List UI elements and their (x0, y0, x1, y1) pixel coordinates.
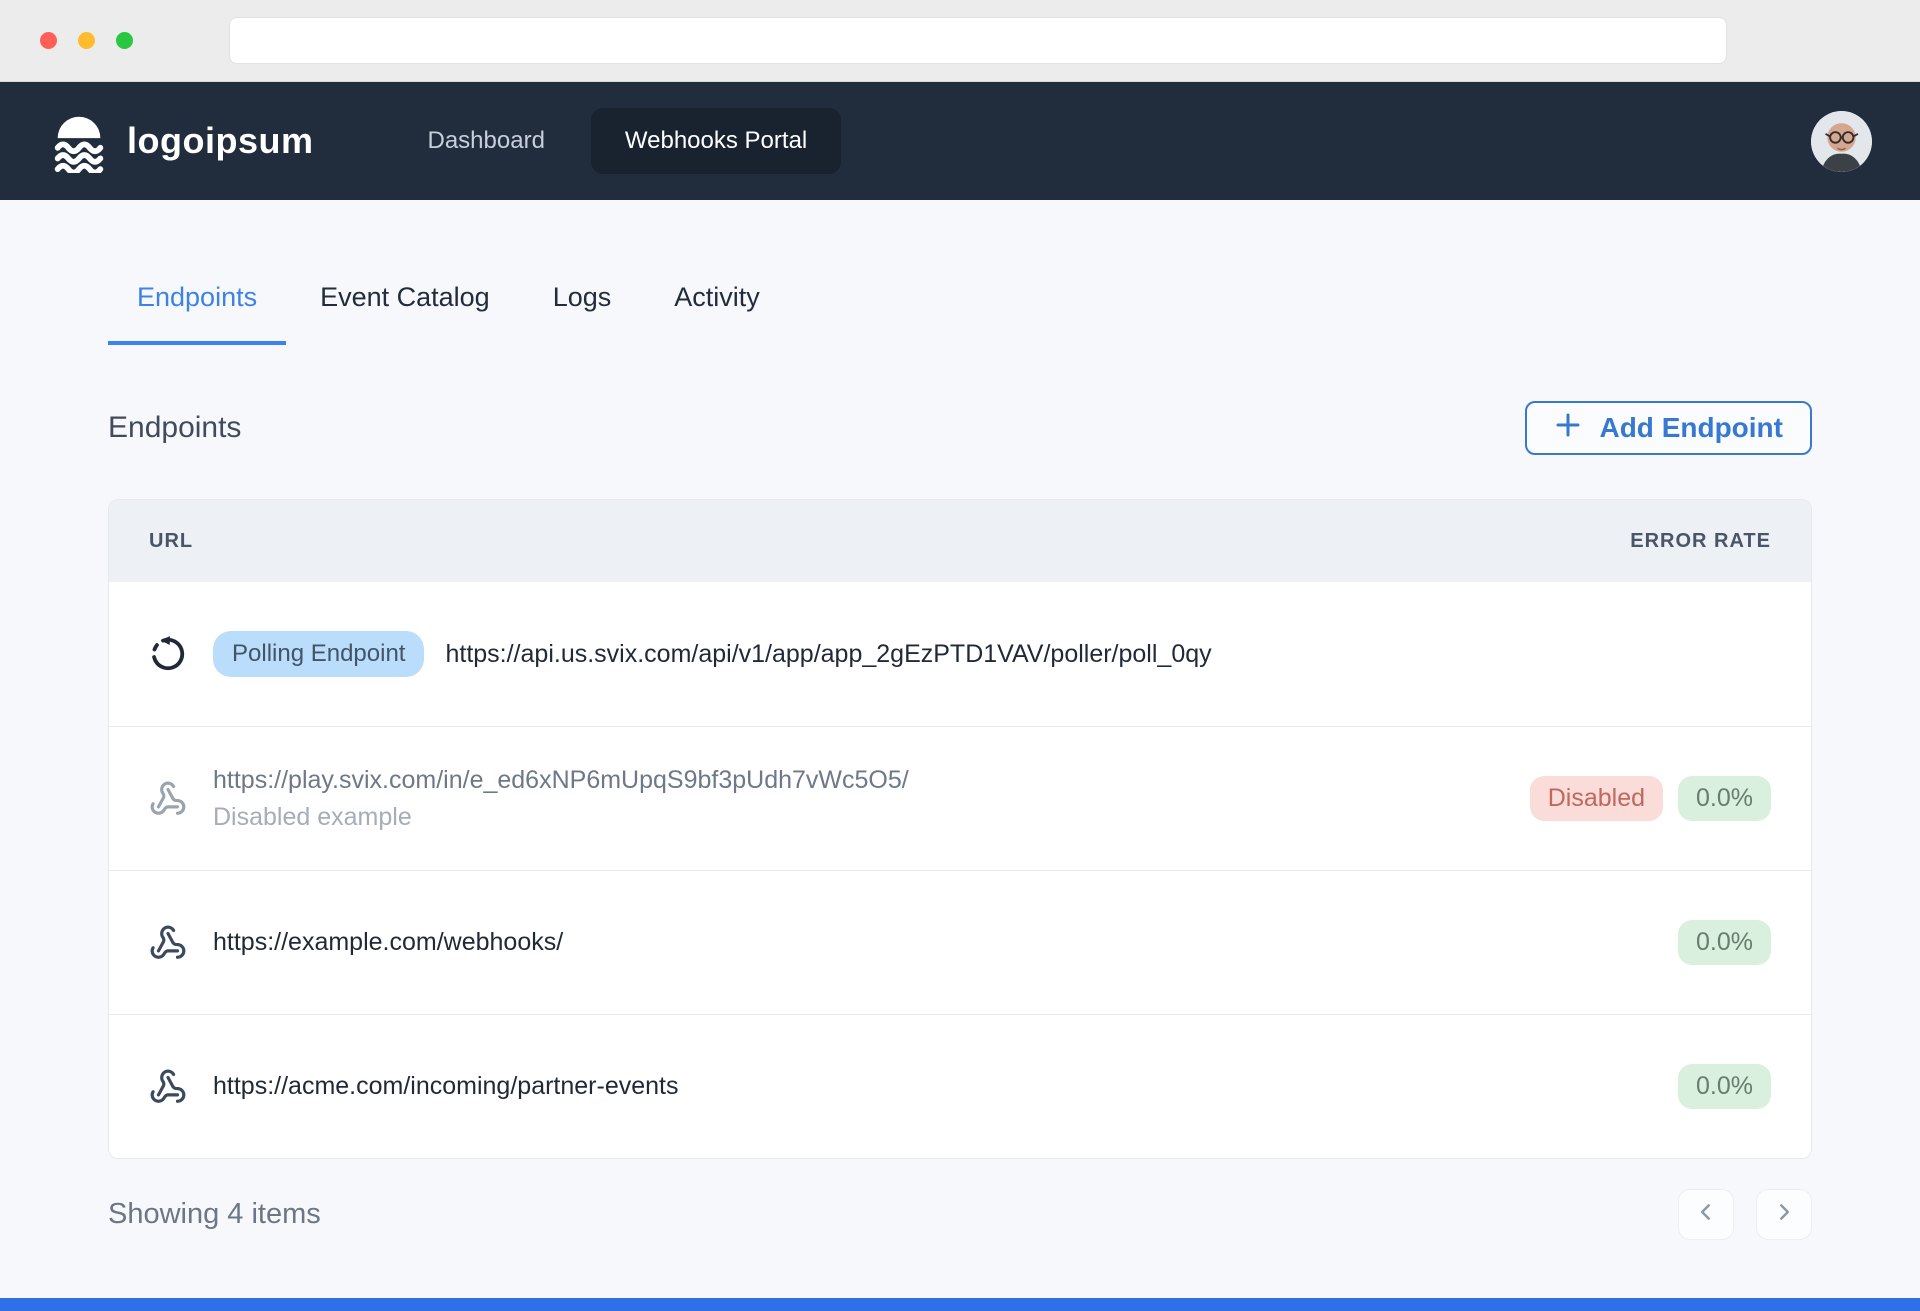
minimize-window-button[interactable] (78, 32, 95, 49)
tab-logs[interactable]: Logs (524, 282, 641, 345)
endpoint-url: https://example.com/webhooks/ (213, 928, 563, 957)
brand-logo: logoipsum (48, 109, 314, 173)
tab-activity[interactable]: Activity (645, 282, 789, 345)
nav-link-webhooks-portal[interactable]: Webhooks Portal (591, 108, 841, 174)
table-row-polling-endpoint[interactable]: Polling Endpoint https://api.us.svix.com… (109, 582, 1811, 726)
polling-icon (149, 635, 187, 673)
address-bar[interactable] (229, 17, 1727, 64)
page-header: Endpoints Add Endpoint (108, 401, 1812, 455)
zoom-window-button[interactable] (116, 32, 133, 49)
nav-links: Dashboard Webhooks Portal (394, 108, 842, 174)
error-rate-badge: 0.0% (1678, 1064, 1771, 1109)
user-avatar[interactable] (1811, 111, 1872, 172)
endpoint-url: https://api.us.svix.com/api/v1/app/app_2… (445, 640, 1211, 669)
error-rate-badge: 0.0% (1678, 920, 1771, 965)
logoipsum-icon (48, 109, 110, 173)
table-row-endpoint-disabled[interactable]: https://play.svix.com/in/e_ed6xNP6mUpqS9… (109, 726, 1811, 870)
items-count-summary: Showing 4 items (108, 1198, 321, 1231)
endpoints-table: URL ERROR RATE Polling Endpoint https://… (108, 499, 1812, 1159)
webhook-icon (149, 924, 187, 962)
webhook-icon (149, 780, 187, 818)
endpoint-url: https://acme.com/incoming/partner-events (213, 1072, 678, 1101)
pagination (1678, 1189, 1812, 1240)
browser-chrome (0, 0, 1920, 82)
plus-icon (1554, 411, 1582, 446)
endpoint-url-block: https://play.svix.com/in/e_ed6xNP6mUpqS9… (213, 766, 909, 832)
table-row-endpoint[interactable]: https://example.com/webhooks/ 0.0% (109, 870, 1811, 1014)
table-footer: Showing 4 items (108, 1189, 1812, 1240)
chevron-right-icon (1773, 1201, 1795, 1228)
previous-page-button[interactable] (1678, 1189, 1734, 1240)
table-header: URL ERROR RATE (109, 500, 1811, 582)
endpoint-url: https://play.svix.com/in/e_ed6xNP6mUpqS9… (213, 766, 909, 795)
endpoint-description: Disabled example (213, 803, 909, 832)
page-title: Endpoints (108, 411, 241, 445)
chevron-left-icon (1695, 1201, 1717, 1228)
top-navbar: logoipsum Dashboard Webhooks Portal (0, 82, 1920, 200)
bottom-accent-bar (0, 1298, 1920, 1311)
add-endpoint-label: Add Endpoint (1599, 412, 1783, 444)
row-badges: Disabled 0.0% (1530, 776, 1771, 821)
portal-content: Endpoints Event Catalog Logs Activity En… (0, 282, 1920, 1240)
row-badges: 0.0% (1678, 1064, 1771, 1109)
polling-endpoint-badge: Polling Endpoint (213, 631, 424, 677)
close-window-button[interactable] (40, 32, 57, 49)
webhook-icon (149, 1068, 187, 1106)
disabled-status-badge: Disabled (1530, 776, 1663, 821)
row-badges: 0.0% (1678, 920, 1771, 965)
traffic-lights (40, 32, 133, 49)
table-row-endpoint[interactable]: https://acme.com/incoming/partner-events… (109, 1014, 1811, 1158)
brand-name: logoipsum (127, 120, 314, 162)
next-page-button[interactable] (1756, 1189, 1812, 1240)
nav-link-dashboard[interactable]: Dashboard (394, 108, 579, 174)
column-header-url: URL (149, 530, 193, 553)
column-header-error-rate: ERROR RATE (1630, 530, 1771, 553)
tab-event-catalog[interactable]: Event Catalog (291, 282, 519, 345)
add-endpoint-button[interactable]: Add Endpoint (1525, 401, 1812, 455)
portal-tabs: Endpoints Event Catalog Logs Activity (108, 282, 1812, 345)
tab-endpoints[interactable]: Endpoints (108, 282, 286, 345)
error-rate-badge: 0.0% (1678, 776, 1771, 821)
